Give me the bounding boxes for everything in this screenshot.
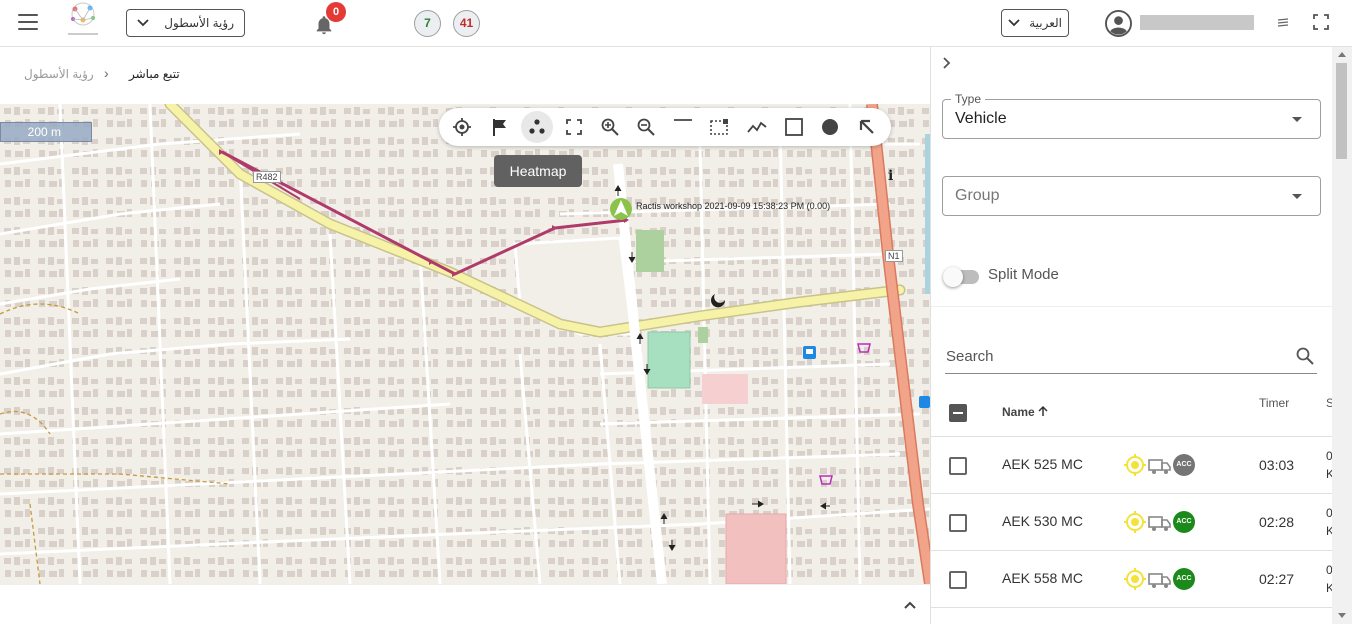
arrow-cursor-icon[interactable]	[857, 117, 877, 137]
timer-value: 03:03	[1259, 457, 1295, 473]
breadcrumb-parent[interactable]: رؤية الأسطول	[24, 67, 94, 81]
flag-icon[interactable]	[490, 117, 510, 137]
chevron-down-icon	[1008, 19, 1020, 27]
map-canvas[interactable]: i 200 m R482 N1 Ractis workshop 2021-09-…	[0, 104, 930, 584]
column-header-timer[interactable]: Timer	[1259, 396, 1289, 410]
heatmap-tooltip: Heatmap	[494, 155, 582, 187]
dropdown-caret-icon	[1292, 194, 1302, 199]
timer-value: 02:27	[1259, 571, 1295, 587]
column-header-name[interactable]: Name	[1002, 405, 1035, 419]
search-label: Search	[946, 348, 994, 365]
rectangle-icon[interactable]	[784, 117, 804, 137]
map-bottom-bar	[0, 584, 930, 624]
table-row[interactable]: AEK 530 MC ACC 02:28 0K	[931, 494, 1332, 551]
split-mode-label: Split Mode	[988, 266, 1059, 283]
vehicle-name: AEK 558 MC	[1002, 570, 1083, 586]
company-logo	[68, 2, 98, 35]
map-toolbar	[439, 108, 891, 146]
breadcrumb: رؤية الأسطول › تتبع مباشر	[0, 47, 930, 104]
map-scale: 200 m	[0, 122, 92, 142]
fleet-view-dropdown[interactable]: رؤية الأسطول	[126, 9, 245, 37]
fullscreen-icon[interactable]	[1313, 14, 1329, 30]
locate-icon[interactable]	[452, 117, 472, 137]
panel-scrollbar[interactable]	[1332, 47, 1352, 624]
chevron-down-icon	[137, 19, 149, 27]
table-row[interactable]: AEK 558 MC ACC 02:27 0K	[931, 551, 1332, 608]
chevron-up-icon[interactable]	[902, 599, 918, 611]
truck-icon	[1148, 573, 1171, 588]
language-dropdown[interactable]: العربية	[1001, 9, 1069, 37]
username-redacted	[1140, 15, 1254, 30]
vehicle-name: AEK 530 MC	[1002, 513, 1083, 529]
collapse-panel-chevron-icon[interactable]	[941, 56, 953, 70]
top-bar: رؤية الأسطول 0 7 41 العربية	[0, 0, 1352, 47]
acc-status-icon: ACC	[1173, 454, 1195, 476]
row-checkbox[interactable]	[949, 571, 967, 589]
select-area-icon[interactable]	[709, 117, 729, 137]
svg-text:i: i	[888, 168, 893, 184]
type-select[interactable]: Type Vehicle	[942, 92, 1321, 139]
breadcrumb-separator-icon: ›	[104, 65, 109, 81]
acc-status-icon: ACC	[1173, 511, 1195, 533]
road-label-r482: R482	[253, 171, 281, 183]
group-select[interactable]: Group	[942, 176, 1321, 216]
vehicle-name: AEK 525 MC	[1002, 456, 1083, 472]
breadcrumb-current: تتبع مباشر	[129, 67, 180, 81]
gps-signal-icon	[1124, 454, 1146, 476]
language-label: العربية	[1029, 16, 1062, 30]
scroll-up-arrow-icon[interactable]	[1338, 52, 1346, 57]
type-select-label: Type	[951, 92, 986, 106]
truck-icon	[1148, 516, 1171, 531]
row-checkbox[interactable]	[949, 457, 967, 475]
map-tiles: i	[0, 104, 930, 584]
acc-status-icon: ACC	[1173, 568, 1195, 590]
gps-signal-icon	[1124, 511, 1146, 533]
search-icon[interactable]	[1296, 347, 1314, 365]
sort-ascending-icon[interactable]	[1037, 405, 1049, 417]
heatmap-button[interactable]	[521, 111, 553, 143]
fleet-view-label: رؤية الأسطول	[164, 16, 234, 30]
zoom-out-icon[interactable]	[636, 117, 656, 137]
menu-icon[interactable]	[18, 14, 38, 32]
user-avatar-icon[interactable]	[1105, 10, 1132, 37]
scroll-down-arrow-icon[interactable]	[1338, 613, 1346, 618]
scroll-thumb[interactable]	[1336, 63, 1347, 159]
truck-icon	[1148, 459, 1171, 474]
split-mode-toggle[interactable]	[943, 266, 979, 287]
vehicle-list-panel: Type Vehicle Group Split Mode Search Nam…	[930, 47, 1332, 624]
select-all-checkbox[interactable]	[949, 404, 967, 422]
type-select-value: Vehicle	[955, 110, 1007, 127]
row-checkbox[interactable]	[949, 514, 967, 532]
road-label-n1: N1	[885, 250, 903, 262]
notes-icon[interactable]	[1275, 14, 1291, 32]
heatmap-icon	[529, 119, 545, 134]
zoom-in-icon[interactable]	[600, 117, 620, 137]
fit-bounds-icon[interactable]	[564, 117, 584, 137]
toggle-thumb	[943, 267, 963, 287]
search-input[interactable]: Search	[945, 343, 1317, 374]
table-row[interactable]: AEK 525 MC ACC 03:03 0K	[931, 437, 1332, 494]
table-header: Name Timer S	[931, 389, 1332, 437]
online-vehicles-count[interactable]: 7	[414, 10, 441, 37]
gps-signal-icon	[1124, 568, 1146, 590]
offline-vehicles-count[interactable]: 41	[453, 10, 480, 37]
divider	[931, 306, 1332, 307]
vehicle-marker-label: Ractis workshop 2021-09-09 15:38:23 PM (…	[636, 201, 831, 211]
group-select-placeholder: Group	[955, 187, 1000, 204]
polyline-icon[interactable]	[747, 117, 767, 137]
measure-line-icon[interactable]	[673, 117, 693, 137]
timer-value: 02:28	[1259, 514, 1295, 530]
circle-icon[interactable]	[820, 117, 840, 137]
dropdown-caret-icon	[1292, 117, 1302, 122]
notification-badge: 0	[326, 2, 346, 22]
